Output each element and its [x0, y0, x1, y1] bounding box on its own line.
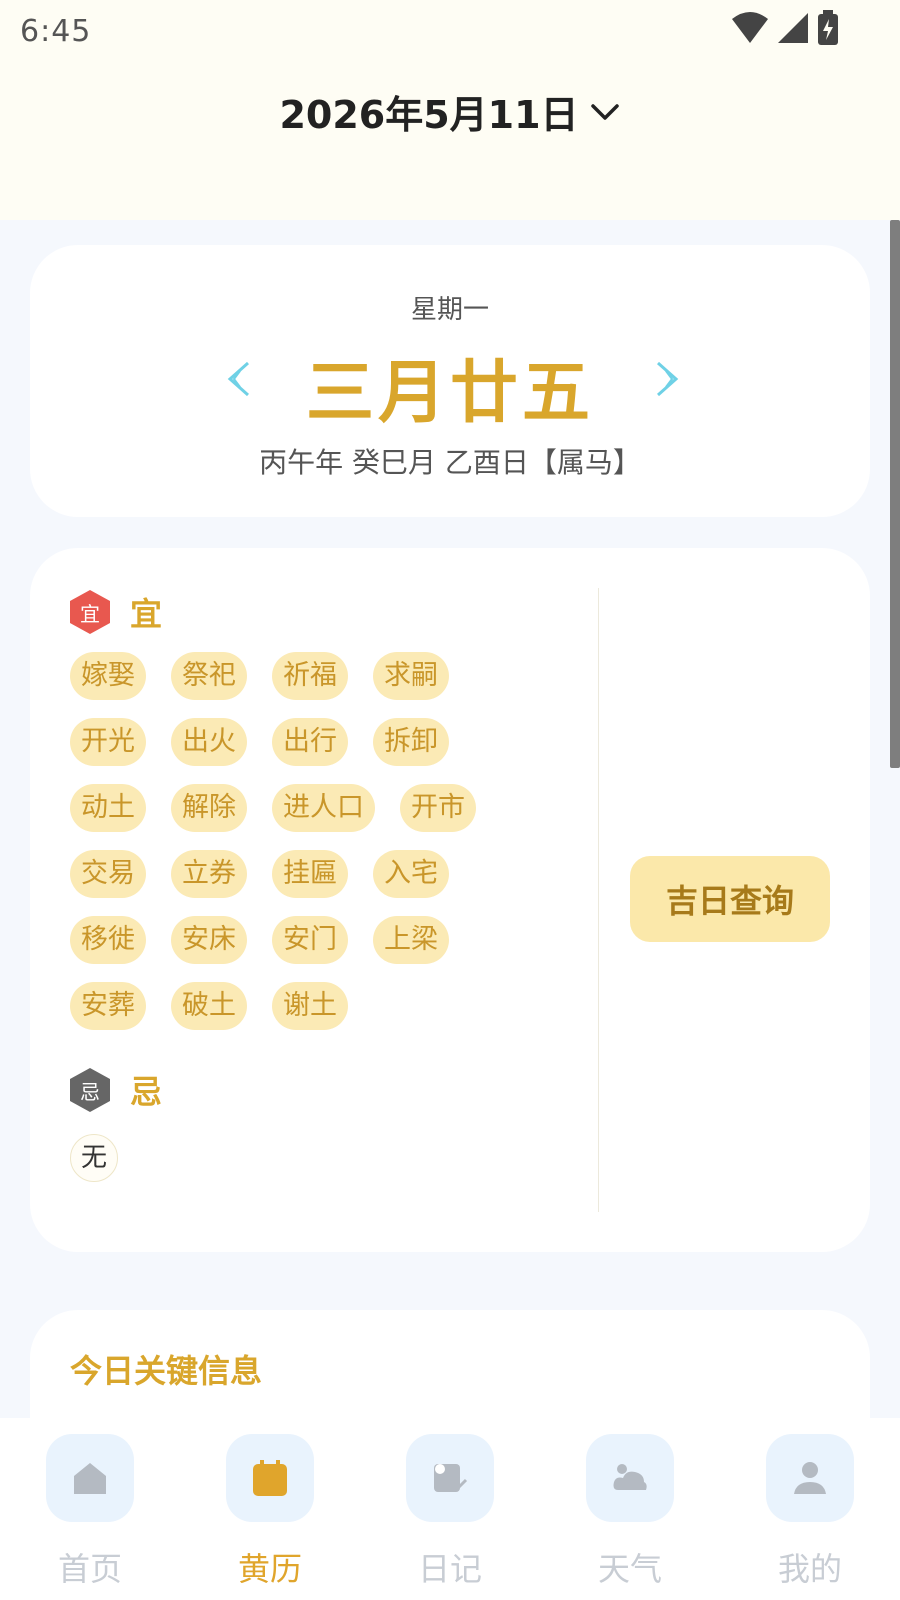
home-icon: [46, 1434, 134, 1522]
ji-section: 忌 忌 无: [70, 1066, 590, 1182]
yi-tag: 入宅: [373, 850, 449, 898]
tab-almanac[interactable]: 黄历: [200, 1418, 340, 1600]
yi-section-header: 宜 宜: [70, 588, 590, 636]
yi-tag: 拆卸: [373, 718, 449, 766]
yi-tag: 进人口: [272, 784, 375, 832]
weekday-label: 星期一: [410, 295, 489, 325]
chevron-down-icon: [590, 103, 619, 120]
tab-label: 天气: [597, 1550, 662, 1588]
yi-tag: 求嗣: [373, 652, 449, 700]
key-info-title: 今日关键信息: [70, 1352, 263, 1390]
tab-weather[interactable]: 天气: [560, 1418, 700, 1600]
lunar-date-card: 星期一 三月廿五 丙午年 癸巳月 乙酉日【属马】: [30, 245, 870, 517]
yi-tag: 开光: [70, 718, 146, 766]
tab-label: 日记: [417, 1550, 482, 1588]
ganzhi-label: 丙午年 癸巳月 乙酉日【属马】: [259, 446, 641, 479]
yi-tag: 安门: [272, 916, 348, 964]
yi-tag: 开市: [400, 784, 476, 832]
yi-tag: 动土: [70, 784, 146, 832]
diary-icon: [406, 1434, 494, 1522]
status-bar: 6:45: [0, 0, 900, 64]
ji-badge-icon: 忌: [70, 1068, 110, 1112]
profile-icon: [766, 1434, 854, 1522]
yi-tag: 祈福: [272, 652, 348, 700]
yi-tag: 解除: [171, 784, 247, 832]
yi-tag: 出火: [171, 718, 247, 766]
yi-tag: 嫁娶: [70, 652, 146, 700]
tab-label: 首页: [57, 1550, 122, 1588]
tab-home[interactable]: 首页: [20, 1418, 160, 1600]
yi-badge-icon: 宜: [70, 590, 110, 634]
yi-tag: 安葬: [70, 982, 146, 1030]
tab-label: 黄历: [237, 1550, 302, 1588]
bottom-tab-bar: 首页 黄历 日记 天气 我的: [0, 1418, 900, 1600]
yi-tag: 移徙: [70, 916, 146, 964]
yi-tag: 挂匾: [272, 850, 348, 898]
ji-tag: 无: [70, 1134, 118, 1182]
date-picker-label: 2026年5月11日: [279, 93, 579, 137]
status-time: 6:45: [20, 14, 92, 49]
lunar-date: 三月廿五: [305, 354, 594, 433]
tab-label: 我的: [777, 1550, 842, 1588]
tab-diary[interactable]: 日记: [380, 1418, 520, 1600]
auspicious-day-search-button[interactable]: 吉日查询: [630, 856, 830, 942]
scrollbar[interactable]: [890, 220, 900, 768]
lunar-date-row: 三月廿五: [30, 337, 870, 433]
yi-tag: 上梁: [373, 916, 449, 964]
yi-tag: 安床: [171, 916, 247, 964]
yi-tag: 谢土: [272, 982, 348, 1030]
yi-tag-list: 嫁娶 祭祀 祈福 求嗣开光 出火 出行 拆卸动土 解除 进人口 开市交易 立券 挂匾 入宅移徙 安床 安门上…: [70, 652, 530, 1030]
calendar-icon: [226, 1434, 314, 1522]
next-day-arrow-icon[interactable]: [648, 357, 688, 401]
yi-tag: 立券: [171, 850, 247, 898]
header: 2026年5月11日: [0, 64, 900, 220]
ji-section-header: 忌 忌: [70, 1066, 590, 1114]
yi-ji-content: 宜 宜 嫁娶 祭祀 祈福 求嗣 开光 出火 出行 拆卸 动土 解除 进人口 开市 交易 立券 挂匾 入宅 移徙安…: [70, 588, 590, 1182]
yi-tag: 祭祀: [171, 652, 247, 700]
yi-ji-card: 宜 宜 嫁娶 祭祀 祈福 求嗣 开光 出火 出行 拆卸 动土 解除 进人口 开市 交易 立券 挂匾 入宅 移徙安…: [30, 548, 870, 1252]
yi-title: 宜: [130, 595, 163, 633]
yi-tag: 出行: [272, 718, 348, 766]
status-icons: [730, 10, 840, 46]
yi-tag: 破土: [171, 982, 247, 1030]
vertical-divider: [598, 588, 599, 1212]
signal-icon: [778, 13, 808, 43]
yi-tag: 交易: [70, 850, 146, 898]
wifi-icon: [732, 12, 768, 43]
date-picker[interactable]: 2026年5月11日: [0, 84, 900, 139]
battery-icon: [818, 10, 838, 45]
weather-icon: [586, 1434, 674, 1522]
tab-profile[interactable]: 我的: [740, 1418, 880, 1600]
ji-title: 忌: [130, 1073, 163, 1111]
